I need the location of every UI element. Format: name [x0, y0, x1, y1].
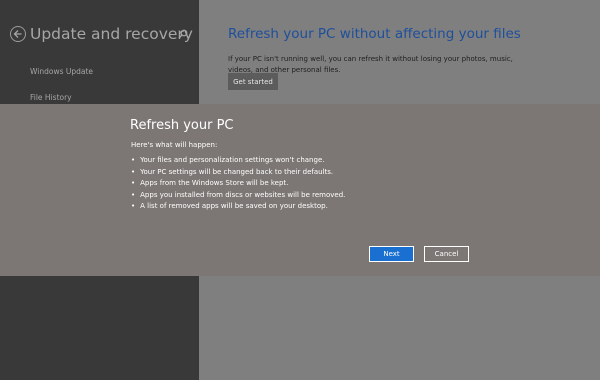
sidebar-item-file-history[interactable]: File History — [30, 93, 72, 102]
list-item: Apps from the Windows Store will be kept… — [131, 178, 345, 190]
list-item: Your PC settings will be changed back to… — [131, 167, 345, 179]
back-button[interactable] — [10, 26, 26, 42]
dialog-bullet-list: Your files and personalization settings … — [131, 155, 345, 213]
cancel-button[interactable]: Cancel — [424, 246, 469, 262]
next-button[interactable]: Next — [369, 246, 414, 262]
sidebar-item-windows-update[interactable]: Windows Update — [30, 67, 93, 76]
search-icon[interactable] — [178, 29, 188, 39]
list-item: Your files and personalization settings … — [131, 155, 345, 167]
refresh-dialog: Refresh your PC Here's what will happen:… — [0, 104, 600, 276]
page-title: Refresh your PC without affecting your f… — [228, 26, 521, 42]
back-arrow-icon — [13, 30, 22, 38]
list-item: Apps you installed from discs or website… — [131, 190, 345, 202]
refresh-description: If your PC isn't running well, you can r… — [228, 55, 513, 74]
sidebar-title: Update and recovery — [30, 25, 193, 43]
list-item: A list of removed apps will be saved on … — [131, 201, 345, 213]
dialog-title: Refresh your PC — [130, 118, 234, 133]
dialog-intro: Here's what will happen: — [131, 141, 218, 149]
get-started-button[interactable]: Get started — [228, 73, 278, 90]
